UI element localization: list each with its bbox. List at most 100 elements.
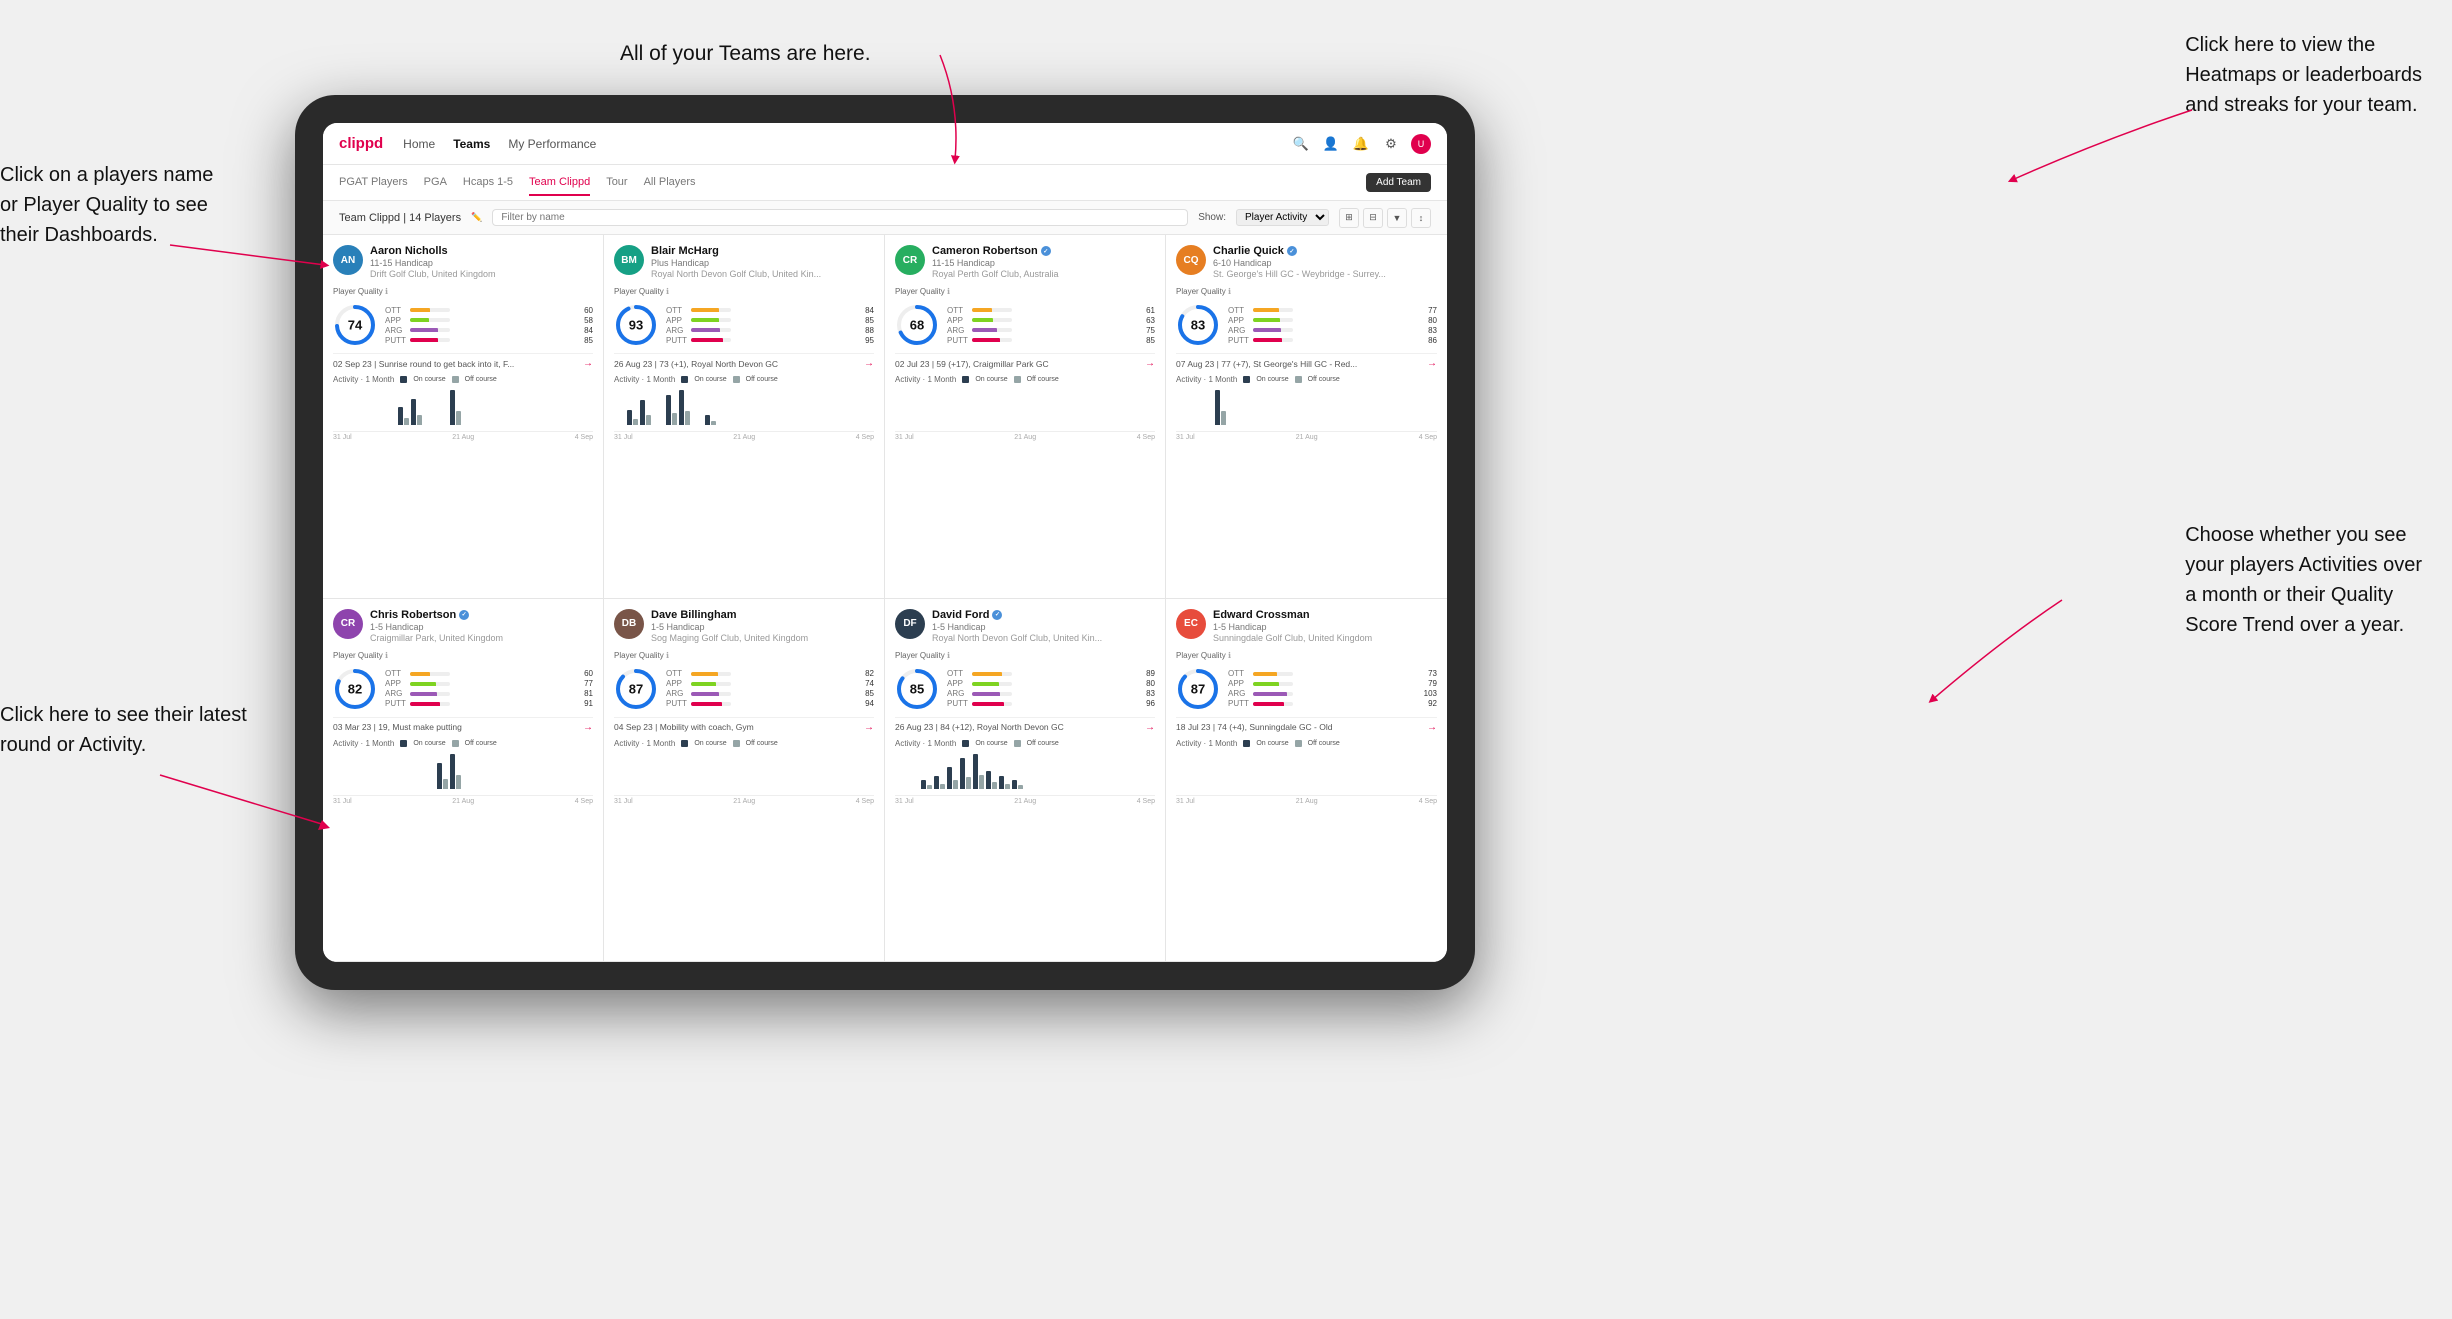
chart-bar-group xyxy=(1012,780,1023,789)
recent-round[interactable]: 02 Sep 23 | Sunrise round to get back in… xyxy=(333,353,593,369)
search-input[interactable] xyxy=(492,209,1188,226)
avatar-icon[interactable]: U xyxy=(1411,134,1431,154)
recent-round[interactable]: 03 Mar 23 | 19, Must make putting → xyxy=(333,717,593,733)
recent-round[interactable]: 02 Jul 23 | 59 (+17), Craigmillar Park G… xyxy=(895,353,1155,369)
stat-label-putt: PUTT xyxy=(1228,699,1249,708)
profile-icon[interactable]: 👤 xyxy=(1321,134,1341,154)
recent-round[interactable]: 04 Sep 23 | Mobility with coach, Gym → xyxy=(614,717,874,733)
bar-offcourse xyxy=(685,411,690,425)
quality-circle[interactable]: 68 xyxy=(895,303,939,347)
bar-offcourse xyxy=(1018,785,1023,789)
quality-display[interactable]: 93 OTT 84 APP 85 ARG 88 PUTT xyxy=(614,303,874,347)
quality-number: 93 xyxy=(629,318,643,333)
quality-circle[interactable]: 85 xyxy=(895,667,939,711)
edit-team-icon[interactable]: ✏️ xyxy=(471,212,482,223)
quality-circle[interactable]: 87 xyxy=(614,667,658,711)
search-icon[interactable]: 🔍 xyxy=(1291,134,1311,154)
round-arrow-icon[interactable]: → xyxy=(1427,358,1437,369)
recent-round[interactable]: 26 Aug 23 | 73 (+1), Royal North Devon G… xyxy=(614,353,874,369)
round-arrow-icon[interactable]: → xyxy=(864,358,874,369)
quality-display[interactable]: 85 OTT 89 APP 80 ARG 83 PUTT xyxy=(895,667,1155,711)
legend-offcourse-dot xyxy=(452,740,459,747)
bar-offcourse xyxy=(646,415,651,425)
quality-section: Player Quality ℹ xyxy=(895,287,1155,297)
round-arrow-icon[interactable]: → xyxy=(1145,358,1155,369)
player-avatar[interactable]: CR xyxy=(333,609,363,639)
nav-teams[interactable]: Teams xyxy=(453,133,490,155)
quality-display[interactable]: 82 OTT 60 APP 77 ARG 81 PUTT xyxy=(333,667,593,711)
recent-round[interactable]: 26 Aug 23 | 84 (+12), Royal North Devon … xyxy=(895,717,1155,733)
player-name[interactable]: Edward Crossman xyxy=(1213,609,1437,621)
recent-round-text: 07 Aug 23 | 77 (+7), St George's Hill GC… xyxy=(1176,359,1427,369)
player-avatar[interactable]: CQ xyxy=(1176,245,1206,275)
bell-icon[interactable]: 🔔 xyxy=(1351,134,1371,154)
round-arrow-icon[interactable]: → xyxy=(1427,722,1437,733)
stat-label-ott: OTT xyxy=(947,306,968,315)
add-team-button[interactable]: Add Team xyxy=(1366,173,1431,192)
quality-display[interactable]: 68 OTT 61 APP 63 ARG 75 PUTT xyxy=(895,303,1155,347)
chart-date-start: 31 Jul xyxy=(614,434,633,441)
round-arrow-icon[interactable]: → xyxy=(583,722,593,733)
quality-circle[interactable]: 74 xyxy=(333,303,377,347)
player-avatar[interactable]: DB xyxy=(614,609,644,639)
round-arrow-icon[interactable]: → xyxy=(583,358,593,369)
stat-bar-ott xyxy=(410,308,450,312)
player-name[interactable]: Charlie Quick ✓ xyxy=(1213,245,1437,257)
nav-performance[interactable]: My Performance xyxy=(508,133,596,155)
player-avatar[interactable]: BM xyxy=(614,245,644,275)
player-name[interactable]: David Ford ✓ xyxy=(932,609,1155,621)
round-arrow-icon[interactable]: → xyxy=(1145,722,1155,733)
stat-value-ott: 60 xyxy=(454,669,593,678)
subnav-pgat[interactable]: PGAT Players xyxy=(339,170,408,196)
nav-logo[interactable]: clippd xyxy=(339,135,383,152)
subnav-hcaps[interactable]: Hcaps 1-5 xyxy=(463,170,513,196)
show-select[interactable]: Player Activity xyxy=(1236,209,1329,226)
quality-display[interactable]: 87 OTT 82 APP 74 ARG 85 PUTT xyxy=(614,667,874,711)
player-name[interactable]: Chris Robertson ✓ xyxy=(370,609,593,621)
filter-icon[interactable]: ▼ xyxy=(1387,208,1407,228)
subnav-pga[interactable]: PGA xyxy=(424,170,447,196)
quality-display[interactable]: 74 OTT 60 APP 58 ARG 84 PUTT xyxy=(333,303,593,347)
bar-oncourse xyxy=(999,776,1004,789)
quality-stats: OTT 77 APP 80 ARG 83 PUTT 86 xyxy=(1228,306,1437,345)
quality-circle[interactable]: 82 xyxy=(333,667,377,711)
legend-oncourse-label: On course xyxy=(413,740,445,747)
player-name[interactable]: Aaron Nicholls xyxy=(370,245,593,257)
quality-circle[interactable]: 87 xyxy=(1176,667,1220,711)
quality-display[interactable]: 87 OTT 73 APP 79 ARG 103 PUTT xyxy=(1176,667,1437,711)
player-name[interactable]: Blair McHarg xyxy=(651,245,874,257)
bar-offcourse xyxy=(404,418,409,425)
quality-stats: OTT 82 APP 74 ARG 85 PUTT 94 xyxy=(666,669,874,708)
sort-icon[interactable]: ↕ xyxy=(1411,208,1431,228)
stat-bar-arg xyxy=(410,328,450,332)
activity-section: Activity · 1 Month On course Off course xyxy=(1176,739,1437,805)
player-avatar[interactable]: AN xyxy=(333,245,363,275)
subnav-all-players[interactable]: All Players xyxy=(644,170,696,196)
settings-icon[interactable]: ⚙ xyxy=(1381,134,1401,154)
recent-round[interactable]: 18 Jul 23 | 74 (+4), Sunningdale GC - Ol… xyxy=(1176,717,1437,733)
stat-bar-putt xyxy=(691,338,731,342)
quality-circle[interactable]: 83 xyxy=(1176,303,1220,347)
ipad-screen: clippd Home Teams My Performance 🔍 👤 🔔 ⚙… xyxy=(323,123,1447,962)
stat-label-app: APP xyxy=(666,679,687,688)
player-avatar[interactable]: CR xyxy=(895,245,925,275)
grid-small-icon[interactable]: ⊟ xyxy=(1363,208,1383,228)
legend-offcourse-dot xyxy=(1014,376,1021,383)
grid-view-icon[interactable]: ⊞ xyxy=(1339,208,1359,228)
stat-label-app: APP xyxy=(947,316,968,325)
quality-circle[interactable]: 93 xyxy=(614,303,658,347)
chart-date-start: 31 Jul xyxy=(1176,434,1195,441)
nav-home[interactable]: Home xyxy=(403,133,435,155)
bar-offcourse xyxy=(966,777,971,789)
player-avatar[interactable]: EC xyxy=(1176,609,1206,639)
player-handicap: 11-15 Handicap xyxy=(370,258,593,268)
bar-offcourse xyxy=(672,413,677,425)
subnav-team-clippd[interactable]: Team Clippd xyxy=(529,170,590,196)
player-avatar[interactable]: DF xyxy=(895,609,925,639)
subnav-tour[interactable]: Tour xyxy=(606,170,627,196)
recent-round[interactable]: 07 Aug 23 | 77 (+7), St George's Hill GC… xyxy=(1176,353,1437,369)
round-arrow-icon[interactable]: → xyxy=(864,722,874,733)
quality-display[interactable]: 83 OTT 77 APP 80 ARG 83 PUTT xyxy=(1176,303,1437,347)
player-name[interactable]: Cameron Robertson ✓ xyxy=(932,245,1155,257)
player-name[interactable]: Dave Billingham xyxy=(651,609,874,621)
